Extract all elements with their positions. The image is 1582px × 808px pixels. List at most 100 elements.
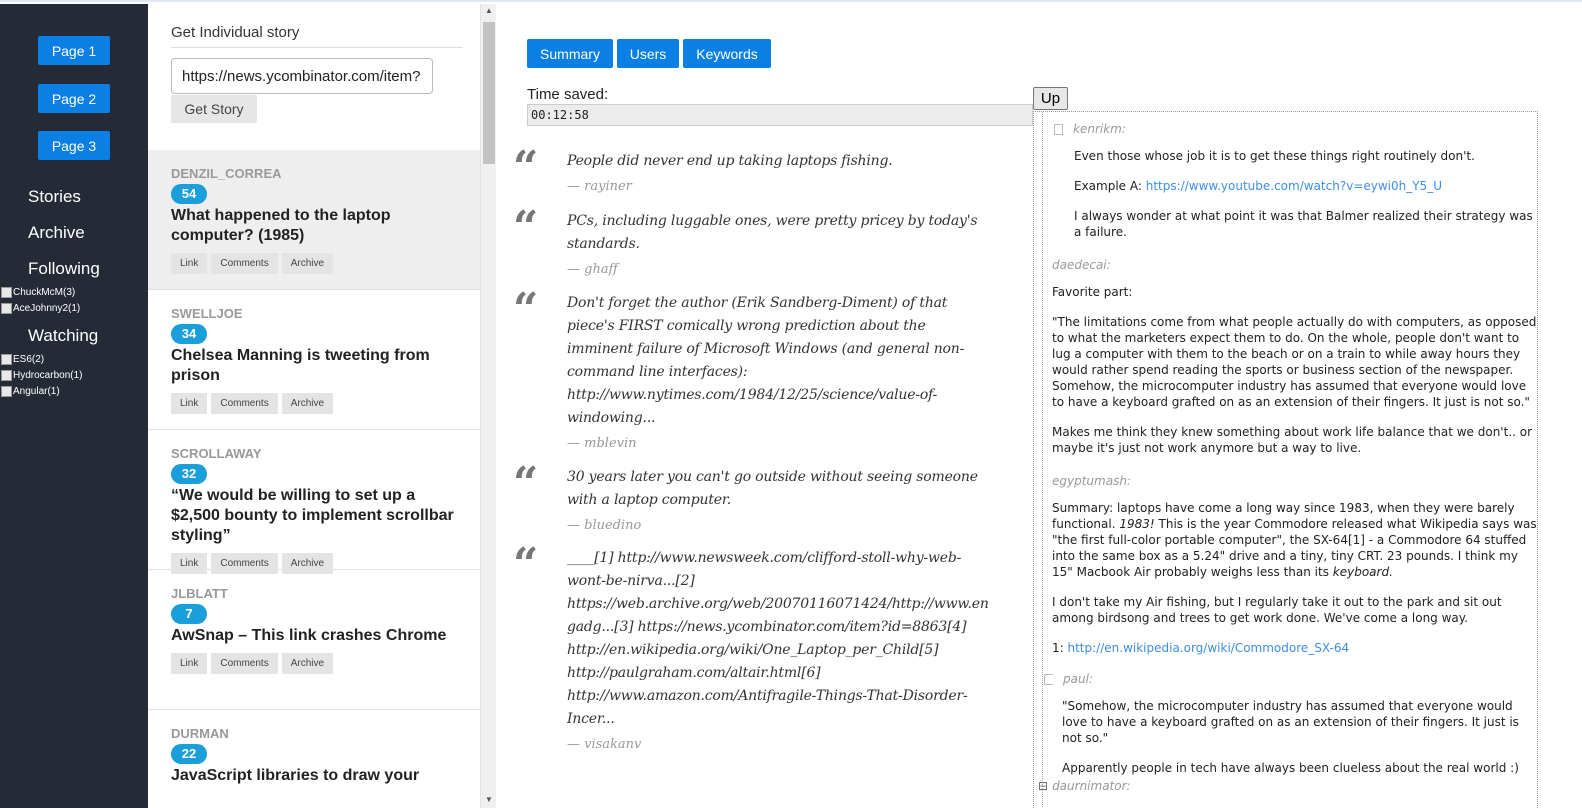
- story-actions: Link Comments Archive: [171, 253, 480, 274]
- comment-text: Summary: laptops have come a long way si…: [1052, 500, 1537, 580]
- checkbox-label: Angular(1): [13, 386, 60, 397]
- scroll-up-icon[interactable]: ▲: [485, 6, 493, 15]
- quote-author: — bluedino: [567, 518, 642, 533]
- tab-users[interactable]: Users: [617, 39, 679, 68]
- quote-author: — visakanv: [567, 737, 642, 752]
- story-actions: Link Comments Archive: [171, 393, 480, 414]
- watching-checkbox[interactable]: Hydrocarbon(1): [1, 370, 82, 381]
- comment-text: "Somehow, the microcomputer industry has…: [1062, 699, 1519, 745]
- link-button[interactable]: Link: [171, 393, 208, 414]
- story-item[interactable]: DURMAN 22 JavaScript libraries to draw y…: [148, 710, 480, 786]
- comment: ⊟ daurnimator:: [1038, 779, 1523, 793]
- score-badge: 32: [171, 464, 207, 484]
- quote-item: “ People did never end up taking laptops…: [513, 142, 1003, 194]
- text: 1983!: [1119, 517, 1155, 531]
- comment-text: I don't take my Air fishing, but I regul…: [1052, 595, 1502, 625]
- comment-link[interactable]: http://en.wikipedia.org/wiki/Commodore_S…: [1068, 641, 1350, 655]
- link-button[interactable]: Link: [171, 253, 208, 274]
- page-1-button[interactable]: Page 1: [38, 36, 110, 65]
- story-author: JLBLATT: [171, 586, 228, 601]
- quote-author: — rayiner: [567, 179, 632, 194]
- quote-text: People did never end up taking laptops f…: [567, 153, 893, 169]
- bracket-icon: [1044, 674, 1053, 685]
- text: 1:: [1052, 641, 1068, 655]
- story-title[interactable]: JavaScript libraries to draw your: [171, 766, 456, 786]
- comment-text: Example A: https://www.youtube.com/watch…: [1074, 178, 1539, 194]
- nav-stories[interactable]: Stories: [28, 187, 81, 207]
- watching-checkbox[interactable]: Angular(1): [1, 386, 60, 397]
- story-title[interactable]: AwSnap – This link crashes Chrome: [171, 626, 456, 646]
- tree-line: [1042, 112, 1043, 807]
- checkbox-label: ES6(2): [13, 354, 45, 365]
- archive-button[interactable]: Archive: [281, 653, 334, 674]
- comments-button[interactable]: Comments: [211, 393, 278, 414]
- comment-text: Apparently people in tech have always be…: [1062, 761, 1519, 775]
- quote-item: “ 30 years later you can't go outside wi…: [513, 458, 1003, 533]
- page-3-button[interactable]: Page 3: [38, 131, 110, 160]
- time-saved-label: Time saved:: [527, 86, 609, 103]
- watching-checkbox[interactable]: ES6(2): [1, 354, 44, 365]
- following-checkbox[interactable]: AceJohnny2(1): [1, 303, 80, 314]
- up-button[interactable]: Up: [1033, 87, 1068, 110]
- quote-mark-icon: “: [513, 202, 539, 253]
- story-actions: Link Comments Archive: [171, 653, 480, 674]
- scrollbar[interactable]: ▲ ▼: [480, 4, 496, 808]
- checkbox-label: ChuckMcM(3): [13, 287, 76, 298]
- checkbox-label: Hydrocarbon(1): [13, 370, 83, 381]
- story-item[interactable]: SCROLLAWAY 32 “We would be willing to se…: [148, 430, 480, 574]
- comment-user: kenrikm:: [1073, 122, 1126, 136]
- archive-button[interactable]: Archive: [281, 393, 334, 414]
- story-title[interactable]: Chelsea Manning is tweeting from prison: [171, 346, 456, 386]
- page-2-button[interactable]: Page 2: [38, 84, 110, 113]
- sidebar-nav: Page 1 Page 2 Page 3 Stories Archive Fol…: [0, 4, 148, 808]
- comment-user: daurnimator:: [1052, 779, 1131, 793]
- story-title[interactable]: “We would be willing to set up a $2,500 …: [171, 486, 456, 546]
- story-panel-title: Get Individual story: [171, 24, 463, 48]
- story-item[interactable]: JLBLATT 7 AwSnap – This link crashes Chr…: [148, 570, 480, 710]
- scroll-down-icon[interactable]: ▼: [485, 795, 493, 804]
- comment: daedecai: Favorite part: "The limitation…: [1052, 258, 1537, 470]
- story-item[interactable]: SWELLJOE 34 Chelsea Manning is tweeting …: [148, 290, 480, 430]
- comment-text: "The limitations come from what people a…: [1052, 315, 1537, 409]
- quote-item: “ Don't forget the author (Erik Sandberg…: [513, 284, 1003, 451]
- time-saved-value: 00:12:58: [527, 104, 1033, 126]
- comments-button[interactable]: Comments: [211, 253, 278, 274]
- quote-item: “ ____[1] http://www.newsweek.com/cliffo…: [513, 539, 1003, 752]
- story-title[interactable]: What happened to the laptop computer? (1…: [171, 206, 456, 246]
- quote-item: “ PCs, including luggable ones, were pre…: [513, 202, 1003, 277]
- quote-mark-icon: “: [513, 142, 539, 193]
- quote-text: ____[1] http://www.newsweek.com/clifford…: [567, 550, 989, 727]
- comment-text: Favorite part:: [1052, 285, 1133, 299]
- following-checkbox[interactable]: ChuckMcM(3): [1, 287, 75, 298]
- story-author: SWELLJOE: [171, 306, 243, 321]
- comment: kenrikm: Even those whose job it is to g…: [1054, 122, 1539, 254]
- comment-link[interactable]: https://www.youtube.com/watch?v=eywi0h_Y…: [1146, 179, 1442, 193]
- quote-author: — mblevin: [567, 436, 637, 451]
- get-story-button[interactable]: Get Story: [171, 95, 257, 123]
- collapse-icon[interactable]: ⊟: [1038, 779, 1048, 793]
- comment: egyptumash: Summary: laptops have come a…: [1052, 474, 1537, 670]
- story-url-input[interactable]: [171, 58, 433, 94]
- scrollbar-thumb[interactable]: [483, 22, 495, 164]
- score-badge: 54: [171, 184, 207, 204]
- nav-archive[interactable]: Archive: [28, 223, 85, 243]
- text: keyboard.: [1332, 565, 1393, 579]
- story-item[interactable]: DENZIL_CORREA 54 What happened to the la…: [148, 150, 480, 290]
- link-button[interactable]: Link: [171, 653, 208, 674]
- tab-summary[interactable]: Summary: [527, 39, 613, 68]
- quote-mark-icon: “: [513, 539, 539, 590]
- comment-user: egyptumash:: [1052, 474, 1131, 488]
- comments-tree: kenrikm: Even those whose job it is to g…: [1033, 111, 1538, 808]
- archive-button[interactable]: Archive: [281, 253, 334, 274]
- quote-mark-icon: “: [513, 458, 539, 509]
- tab-keywords[interactable]: Keywords: [683, 39, 771, 68]
- quote-mark-icon: “: [513, 284, 539, 335]
- story-author: DURMAN: [171, 726, 229, 741]
- score-badge: 22: [171, 744, 207, 764]
- nav-following: Following: [28, 259, 100, 278]
- comments-button[interactable]: Comments: [211, 653, 278, 674]
- story-panel: Get Individual story Get Story DENZIL_CO…: [148, 4, 480, 808]
- document-icon: [1054, 124, 1063, 135]
- comment-text: I always wonder at what point it was tha…: [1074, 209, 1533, 239]
- score-badge: 34: [171, 324, 207, 344]
